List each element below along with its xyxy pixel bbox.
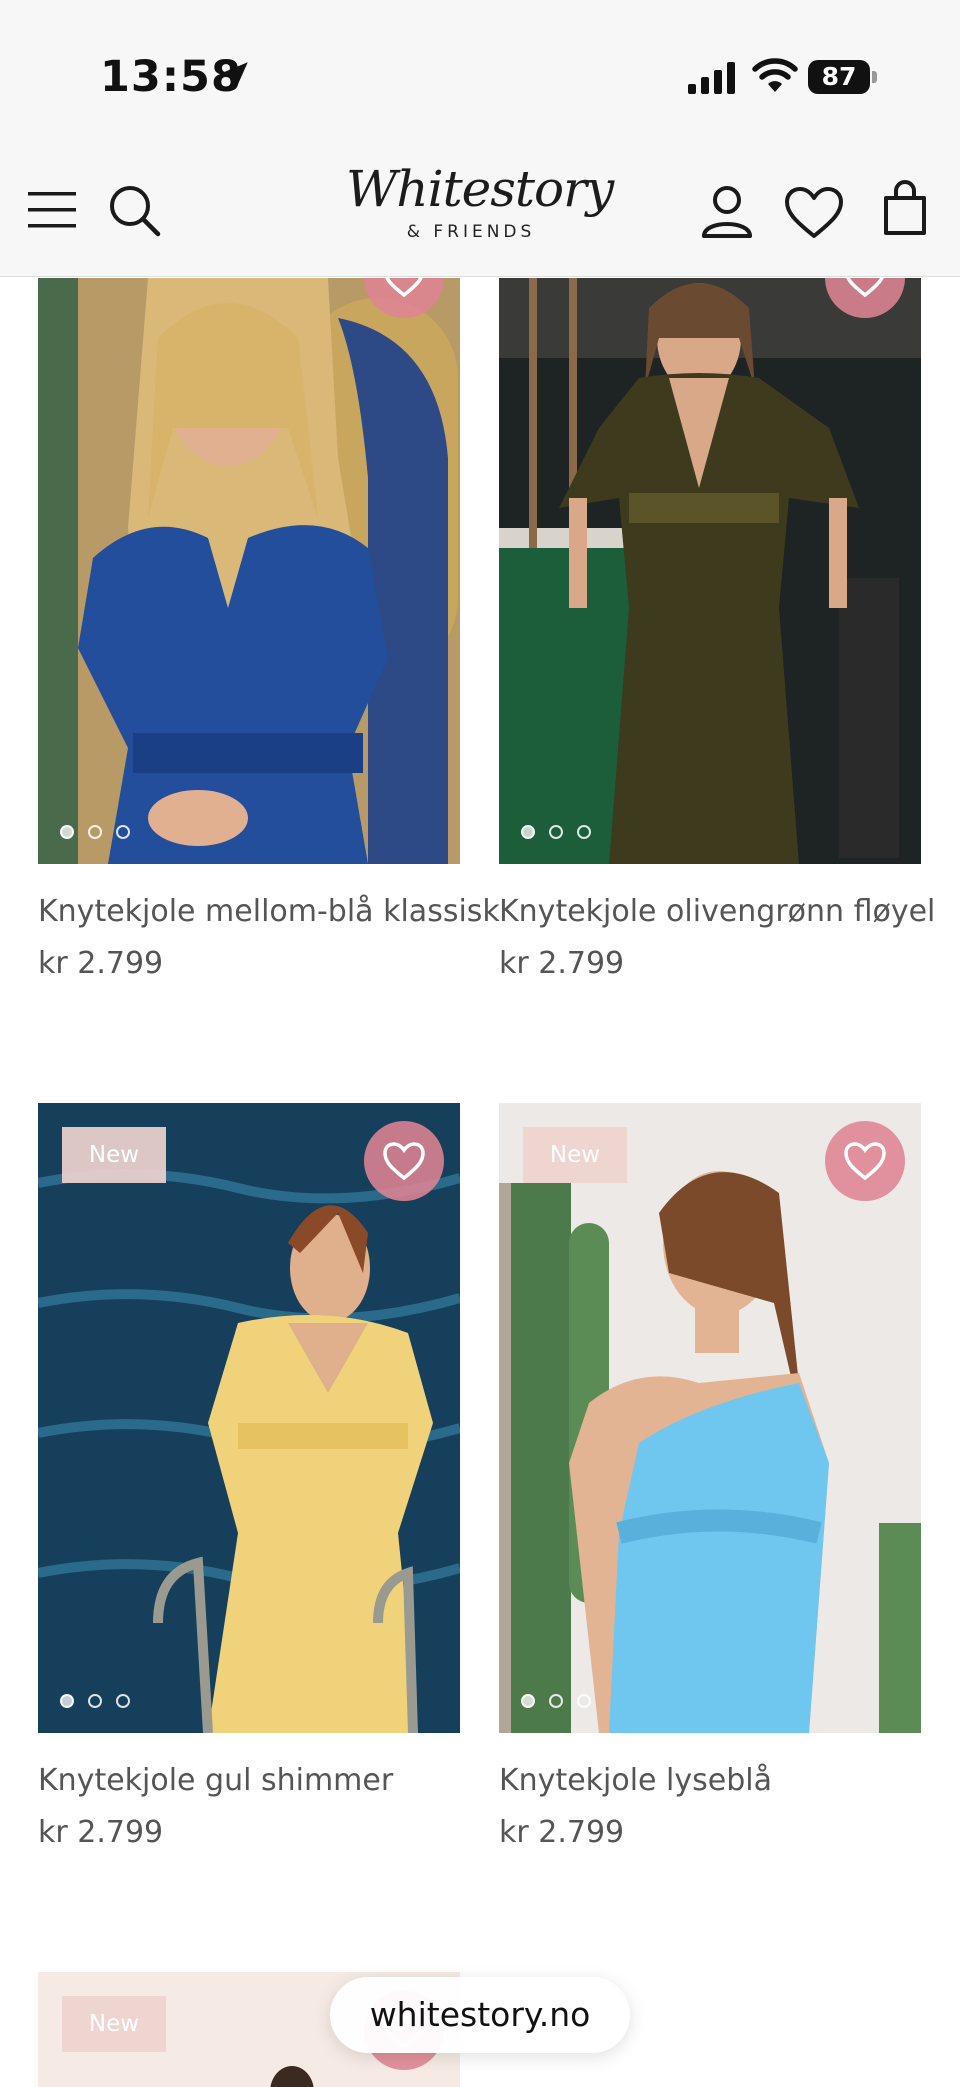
product-image[interactable] bbox=[499, 278, 921, 864]
carousel-dot[interactable] bbox=[60, 1694, 74, 1708]
whitestory-logo[interactable]: Whitestory & FRIENDS bbox=[346, 160, 614, 256]
battery-icon: 87 bbox=[808, 60, 878, 94]
favorite-button[interactable] bbox=[364, 1121, 444, 1201]
product-image[interactable] bbox=[38, 278, 460, 864]
model-photo-olive-velvet-dress bbox=[499, 278, 921, 864]
carousel-dot[interactable] bbox=[116, 825, 130, 839]
product-image[interactable]: New bbox=[499, 1103, 921, 1733]
favorite-button[interactable] bbox=[825, 1121, 905, 1201]
product-image[interactable]: New bbox=[38, 1103, 460, 1733]
carousel-dot[interactable] bbox=[577, 1694, 591, 1708]
hamburger-menu-icon[interactable] bbox=[28, 190, 78, 230]
carousel-dot[interactable] bbox=[88, 825, 102, 839]
logo-tagline: & FRIENDS bbox=[406, 222, 536, 242]
heart-icon bbox=[383, 1142, 425, 1181]
product-card[interactable]: Knytekjole mellom-blå klassisk kr 2.799 bbox=[38, 278, 500, 998]
product-card[interactable]: New Knytekjole gul shimmer kr 2.799 bbox=[38, 1103, 460, 1863]
new-badge: New bbox=[62, 1127, 166, 1183]
account-icon[interactable] bbox=[700, 184, 754, 240]
carousel-dot[interactable] bbox=[577, 825, 591, 839]
browser-url-bar[interactable]: whitestory.no bbox=[330, 1977, 630, 2053]
image-carousel-dots[interactable] bbox=[521, 824, 605, 843]
carousel-dot[interactable] bbox=[116, 1694, 130, 1708]
status-bar: 13:58 87 bbox=[0, 0, 960, 150]
search-icon[interactable] bbox=[108, 184, 162, 238]
wifi-icon bbox=[752, 58, 798, 92]
new-badge: New bbox=[62, 1996, 166, 2052]
model-photo-blue-dress bbox=[38, 278, 460, 864]
product-price: kr 2.799 bbox=[499, 1815, 625, 1850]
product-name[interactable]: Knytekjole lyseblå bbox=[499, 1763, 772, 1798]
carousel-dot[interactable] bbox=[88, 1694, 102, 1708]
carousel-dot[interactable] bbox=[521, 825, 535, 839]
product-name[interactable]: Knytekjole olivengrønn fløyel bbox=[499, 894, 935, 929]
product-card[interactable]: New Knytekjole lyseblå kr 2.799 bbox=[499, 1103, 921, 1863]
heart-icon bbox=[846, 278, 884, 298]
product-price: kr 2.799 bbox=[38, 1815, 164, 1850]
shopping-bag-icon[interactable] bbox=[882, 180, 928, 236]
image-carousel-dots[interactable] bbox=[60, 1693, 144, 1712]
image-carousel-dots[interactable] bbox=[521, 1693, 605, 1712]
carousel-dot[interactable] bbox=[521, 1694, 535, 1708]
battery-level: 87 bbox=[821, 62, 857, 91]
heart-icon bbox=[385, 278, 423, 298]
image-carousel-dots[interactable] bbox=[60, 824, 144, 843]
wishlist-heart-icon[interactable] bbox=[784, 186, 844, 240]
product-price: kr 2.799 bbox=[499, 946, 625, 981]
location-arrow-icon bbox=[222, 62, 248, 88]
carousel-dot[interactable] bbox=[549, 1694, 563, 1708]
new-badge: New bbox=[523, 1127, 627, 1183]
product-name[interactable]: Knytekjole gul shimmer bbox=[38, 1763, 393, 1798]
logo-wordmark: Whitestory bbox=[346, 160, 614, 218]
cellular-signal-icon bbox=[688, 62, 735, 94]
product-card[interactable]: Knytekjole olivengrønn fløyel kr 2.799 bbox=[499, 278, 935, 998]
product-price: kr 2.799 bbox=[38, 946, 164, 981]
heart-icon bbox=[844, 1142, 886, 1181]
product-name[interactable]: Knytekjole mellom-blå klassisk bbox=[38, 894, 500, 929]
carousel-dot[interactable] bbox=[549, 825, 563, 839]
carousel-dot[interactable] bbox=[60, 825, 74, 839]
